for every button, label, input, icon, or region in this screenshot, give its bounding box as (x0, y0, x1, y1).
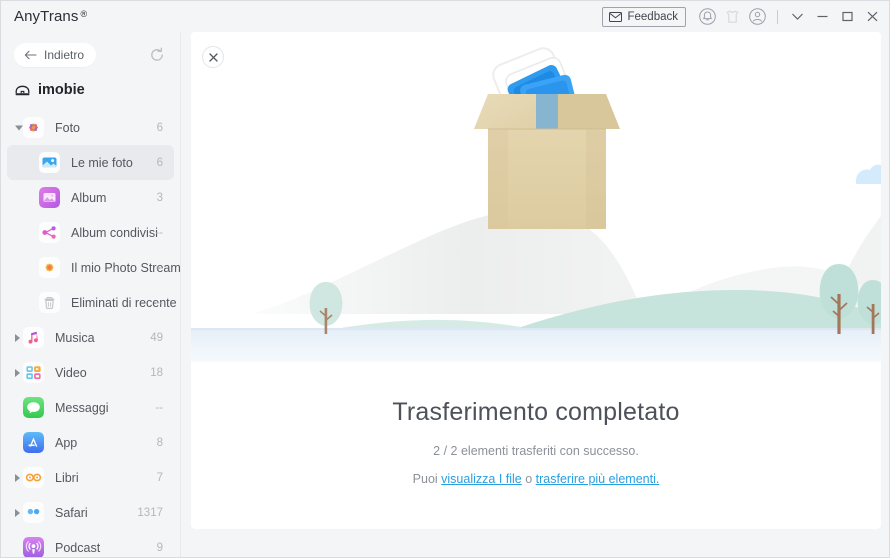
device-header[interactable]: imobie (1, 75, 180, 105)
my-photos-icon (39, 152, 60, 173)
sidebar-item-album-condivisi[interactable]: Album condivisi -- (7, 215, 174, 250)
links-separator: o (521, 472, 536, 486)
video-icon (23, 362, 44, 383)
music-icon (23, 327, 44, 348)
gift-icon[interactable] (720, 1, 745, 32)
sidebar-item-label: Video (55, 365, 87, 380)
sidebar-item-label: Messaggi (55, 400, 109, 415)
chevron-right-icon[interactable] (15, 368, 20, 377)
sidebar-item-count: 1317 (137, 506, 163, 519)
panel-close-button[interactable] (202, 46, 224, 68)
registered-mark: ® (80, 9, 88, 19)
chevron-down-icon[interactable] (15, 125, 23, 130)
sidebar-item-messaggi[interactable]: Messaggi -- (7, 390, 174, 425)
status-message: Trasferimento completato 2 / 2 elementi … (191, 362, 881, 486)
sidebar-item-label: Album (71, 190, 107, 205)
window-controls: Feedback (602, 1, 885, 32)
sidebar-item-count: 18 (150, 366, 163, 379)
controls-divider (777, 9, 778, 24)
sidebar-item-count: 6 (156, 121, 163, 134)
action-links: Puoi visualizza I file o trasferire più … (191, 472, 881, 486)
sidebar-item-label: Libri (55, 470, 79, 485)
close-icon[interactable] (860, 1, 885, 32)
links-prefix: Puoi (412, 472, 442, 486)
back-button[interactable]: Indietro (14, 43, 97, 67)
sidebar: Indietro imobie Foto 6 Le mie foto 6 Alb… (1, 32, 181, 557)
photo-stream-icon (39, 257, 60, 278)
sidebar-item-count: -- (155, 401, 163, 414)
account-icon[interactable] (745, 1, 770, 32)
sidebar-item-eliminati-di-recente[interactable]: Eliminati di recente -- (7, 285, 177, 320)
sidebar-item-il-mio-photo-stream[interactable]: Il mio Photo Stream -- (7, 250, 180, 285)
sidebar-item-count: -- (155, 226, 163, 239)
feedback-button[interactable]: Feedback (602, 6, 686, 27)
chevron-right-icon[interactable] (15, 333, 20, 342)
sidebar-item-libri[interactable]: Libri 7 (7, 460, 174, 495)
photos-icon (23, 117, 44, 138)
anytrans-window: AnyTrans ® Feedback Indietro imobie Foto… (0, 0, 890, 558)
chevron-right-icon[interactable] (15, 473, 20, 482)
envelope-icon (609, 11, 623, 22)
sidebar-item-app[interactable]: App 8 (7, 425, 174, 460)
device-icon (15, 84, 30, 97)
messages-icon (23, 397, 44, 418)
sidebar-item-label: App (55, 435, 78, 450)
sidebar-item-label: Safari (55, 505, 88, 520)
sidebar-item-label: Foto (55, 120, 81, 135)
sidebar-toolbar: Indietro (1, 38, 180, 72)
trash-icon (39, 292, 60, 313)
safari-icon (23, 502, 44, 523)
app-title: AnyTrans (14, 8, 79, 25)
maximize-icon[interactable] (835, 1, 860, 32)
sidebar-nav: Foto 6 Le mie foto 6 Album 3 Album condivis… (1, 110, 180, 557)
view-files-link[interactable]: visualizza I file (441, 472, 522, 486)
appstore-icon (23, 432, 44, 453)
refresh-icon[interactable] (148, 46, 166, 64)
back-button-label: Indietro (44, 48, 85, 62)
sidebar-item-safari[interactable]: Safari 1317 (7, 495, 174, 530)
books-icon (23, 467, 44, 488)
sidebar-item-label: Podcast (55, 540, 101, 555)
shared-album-icon (39, 222, 60, 243)
sidebar-item-video[interactable]: Video 18 (7, 355, 174, 390)
sidebar-item-podcast[interactable]: Podcast 9 (7, 530, 174, 557)
album-icon (39, 187, 60, 208)
sidebar-item-label: Musica (55, 330, 95, 345)
sidebar-item-album[interactable]: Album 3 (7, 180, 174, 215)
transfer-complete-illustration (191, 32, 881, 362)
bell-icon[interactable] (695, 1, 720, 32)
sidebar-item-count: 6 (156, 156, 163, 169)
sidebar-item-count: 3 (156, 191, 163, 204)
transfer-summary: 2 / 2 elementi trasferiti con successo. (433, 444, 639, 458)
chevron-down-icon[interactable] (785, 1, 810, 32)
sidebar-item-count: 9 (156, 541, 163, 554)
sidebar-item-count: 49 (150, 331, 163, 344)
chevron-right-icon[interactable] (15, 508, 20, 517)
main-panel: Trasferimento completato 2 / 2 elementi … (191, 32, 881, 529)
app-brand: AnyTrans ® (14, 8, 87, 25)
sidebar-item-count: -- (155, 296, 163, 309)
title-bar: AnyTrans ® Feedback (1, 1, 889, 32)
device-name: imobie (38, 82, 85, 98)
sidebar-item-foto[interactable]: Foto 6 (7, 110, 174, 145)
sidebar-item-count: -- (155, 261, 163, 274)
sidebar-item-musica[interactable]: Musica 49 (7, 320, 174, 355)
sidebar-item-le-mie-foto[interactable]: Le mie foto 6 (7, 145, 174, 180)
feedback-label: Feedback (627, 10, 678, 23)
sidebar-item-count: 7 (156, 471, 163, 484)
cardboard-box (474, 94, 620, 229)
minimize-icon[interactable] (810, 1, 835, 32)
sidebar-item-label: Il mio Photo Stream (71, 260, 181, 275)
sidebar-item-label: Album condivisi (71, 225, 158, 240)
podcast-icon (23, 537, 44, 557)
sidebar-item-count: 8 (156, 436, 163, 449)
sidebar-item-label: Le mie foto (71, 155, 133, 170)
page-title: Trasferimento completato (392, 398, 680, 426)
transfer-more-link[interactable]: trasferire più elementi. (536, 472, 660, 486)
arrow-left-icon (24, 50, 37, 60)
